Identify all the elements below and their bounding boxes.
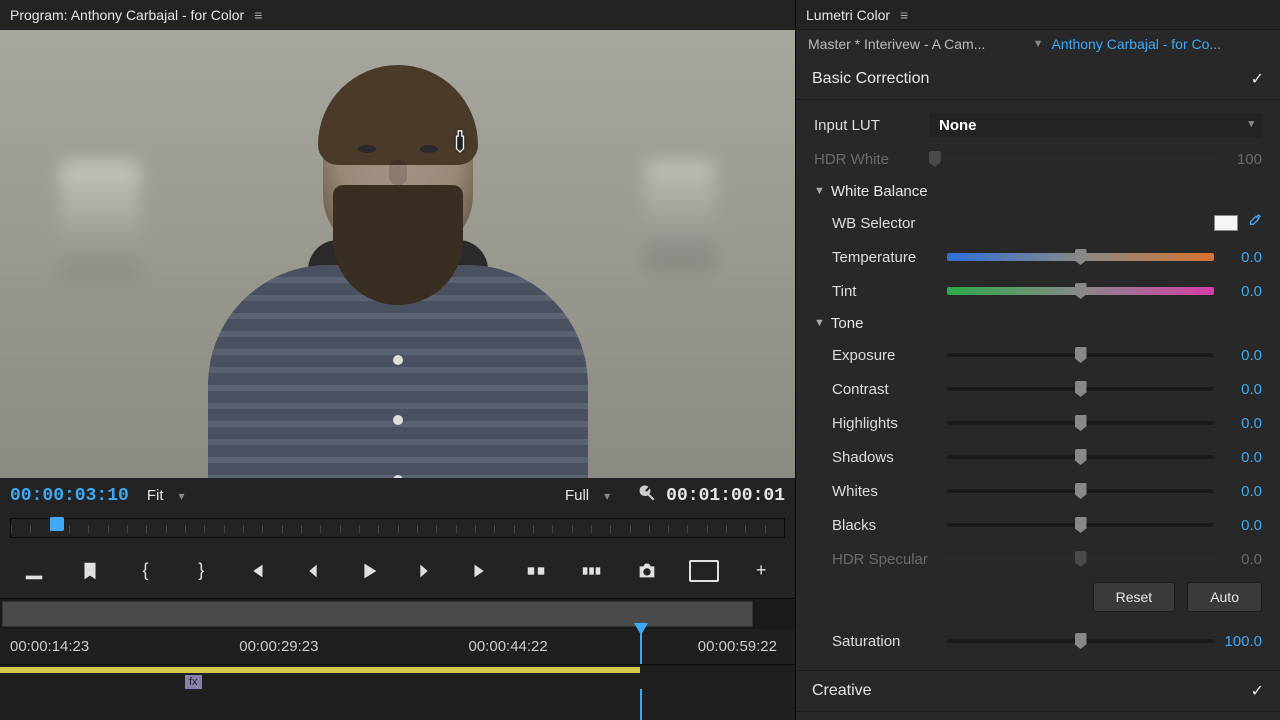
current-timecode[interactable]: 00:00:03:10 (10, 486, 129, 506)
whites-label: Whites (832, 483, 947, 500)
chevron-down-icon[interactable]: ▼ (1033, 38, 1044, 50)
contrast-slider[interactable] (947, 387, 1214, 391)
wb-selector-label: WB Selector (832, 215, 947, 232)
tint-slider[interactable] (947, 287, 1214, 295)
white-balance-header[interactable]: ▼ White Balance (814, 176, 1262, 206)
tone-header[interactable]: ▼ Tone (814, 308, 1262, 338)
mark-in-icon[interactable]: { (132, 557, 160, 585)
input-lut-label: Input LUT (814, 117, 929, 134)
contrast-value[interactable]: 0.0 (1214, 381, 1262, 398)
reset-button[interactable]: Reset (1093, 582, 1176, 612)
hdr-white-slider (929, 157, 1214, 161)
scrubber-playhead[interactable] (50, 517, 64, 531)
ruler-tick: 00:00:14:23 (10, 638, 89, 655)
lumetri-panel-header: Lumetri Color ≡ (796, 0, 1280, 30)
step-forward-icon[interactable] (410, 557, 438, 585)
creative-header[interactable]: Creative ✓ (796, 670, 1280, 712)
temperature-label: Temperature (832, 249, 947, 266)
clip-active-label[interactable]: Anthony Carbajal - for Co... (1051, 36, 1268, 52)
program-title: Program: Anthony Carbajal - for Color (10, 7, 244, 23)
safe-margins-icon[interactable] (689, 560, 719, 582)
shadows-value[interactable]: 0.0 (1214, 449, 1262, 466)
input-lut-dropdown[interactable]: None (929, 113, 1262, 138)
fx-badge[interactable]: fx (185, 675, 202, 689)
mark-icon[interactable] (76, 557, 104, 585)
lumetri-title: Lumetri Color (806, 7, 890, 23)
timeline-panel[interactable]: 00:00:14:23 00:00:29:23 00:00:44:22 00:0… (0, 598, 795, 720)
exposure-slider[interactable] (947, 353, 1214, 357)
program-panel-header: Program: Anthony Carbajal - for Color ≡ (0, 0, 795, 30)
lumetri-menu-icon[interactable]: ≡ (900, 7, 908, 23)
section-enabled-check-icon[interactable]: ✓ (1251, 681, 1264, 701)
exposure-value[interactable]: 0.0 (1214, 347, 1262, 364)
play-icon[interactable] (355, 557, 383, 585)
blacks-value[interactable]: 0.0 (1214, 517, 1262, 534)
saturation-slider[interactable] (947, 639, 1214, 643)
program-menu-icon[interactable]: ≡ (254, 7, 262, 23)
temperature-slider[interactable] (947, 253, 1214, 261)
disclosure-triangle-icon: ▼ (814, 317, 825, 329)
section-enabled-check-icon[interactable]: ✓ (1251, 69, 1264, 89)
program-monitor[interactable] (0, 30, 795, 478)
tint-value[interactable]: 0.0 (1214, 283, 1262, 300)
contrast-label: Contrast (832, 381, 947, 398)
hdr-specular-label: HDR Specular (832, 551, 947, 568)
highlights-slider[interactable] (947, 421, 1214, 425)
wb-color-swatch[interactable] (1214, 215, 1238, 231)
exposure-label: Exposure (832, 347, 947, 364)
ruler-tick: 00:00:59:22 (698, 638, 777, 655)
step-back-icon[interactable] (299, 557, 327, 585)
auto-button[interactable]: Auto (1187, 582, 1262, 612)
highlights-value[interactable]: 0.0 (1214, 415, 1262, 432)
saturation-value[interactable]: 100.0 (1214, 633, 1262, 650)
mark-out-icon[interactable]: } (187, 557, 215, 585)
blacks-slider[interactable] (947, 523, 1214, 527)
ruler-tick: 00:00:44:22 (469, 638, 548, 655)
timeline-clip[interactable] (0, 667, 640, 673)
extract-icon[interactable] (578, 557, 606, 585)
hdr-white-label: HDR White (814, 151, 929, 168)
shadows-label: Shadows (832, 449, 947, 466)
timeline-ruler[interactable]: 00:00:14:23 00:00:29:23 00:00:44:22 00:0… (0, 629, 795, 664)
zoom-dropdown[interactable]: Fit (139, 483, 193, 508)
clip-master-label[interactable]: Master * Interivew - A Cam... (808, 36, 1025, 52)
eyedropper-icon[interactable] (1246, 213, 1262, 234)
export-frame-icon[interactable] (20, 557, 48, 585)
hdr-white-value: 100 (1214, 151, 1262, 168)
highlights-label: Highlights (832, 415, 947, 432)
go-to-in-icon[interactable] (243, 557, 271, 585)
hdr-specular-slider (947, 557, 1214, 561)
ruler-tick: 00:00:29:23 (239, 638, 318, 655)
blacks-label: Blacks (832, 517, 947, 534)
duration-timecode: 00:01:00:01 (666, 486, 785, 506)
temperature-value[interactable]: 0.0 (1214, 249, 1262, 266)
tint-label: Tint (832, 283, 947, 300)
quality-dropdown[interactable]: Full (557, 483, 618, 508)
saturation-label: Saturation (832, 633, 947, 650)
camera-icon[interactable] (634, 557, 662, 585)
shadows-slider[interactable] (947, 455, 1214, 459)
basic-correction-header[interactable]: Basic Correction ✓ (796, 58, 1280, 100)
hdr-specular-value: 0.0 (1214, 551, 1262, 568)
wrench-icon[interactable] (638, 484, 656, 507)
whites-value[interactable]: 0.0 (1214, 483, 1262, 500)
add-button-icon[interactable]: + (747, 557, 775, 585)
go-to-out-icon[interactable] (466, 557, 494, 585)
disclosure-triangle-icon: ▼ (814, 185, 825, 197)
program-scrubber[interactable] (0, 513, 795, 543)
whites-slider[interactable] (947, 489, 1214, 493)
lift-icon[interactable] (522, 557, 550, 585)
